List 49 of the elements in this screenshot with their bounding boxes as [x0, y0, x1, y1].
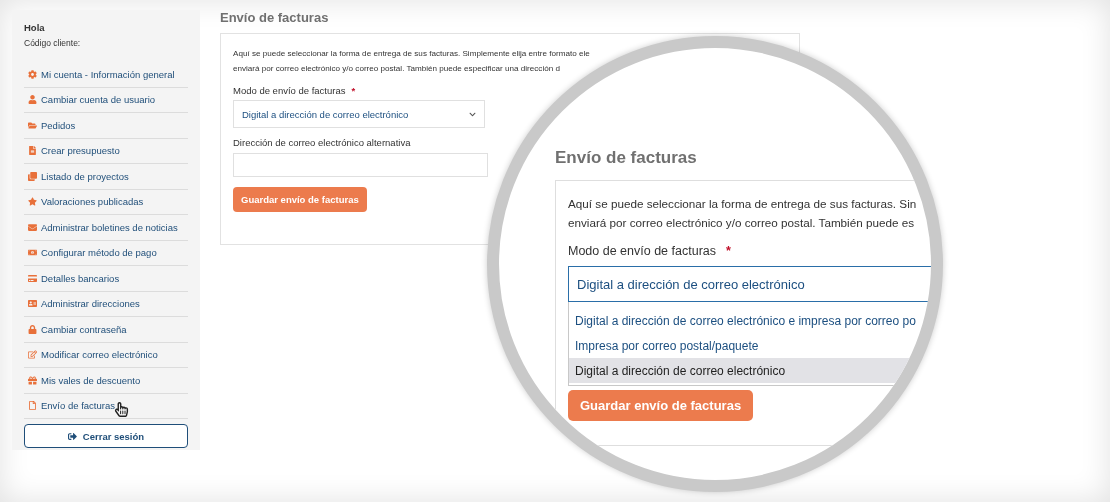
- intro-text: Aquí se puede seleccionar la forma de entrega de sus facturas. Simplemente elija entre formato ele: [233, 48, 591, 60]
- sidebar-item[interactable]: Crear presupuesto: [24, 138, 188, 164]
- folder-icon: [28, 120, 37, 130]
- gift-icon: [28, 375, 37, 385]
- sidebar-item[interactable]: Administrar boletines de noticias: [24, 215, 188, 241]
- sidebar-item[interactable]: Detalles bancarios: [24, 266, 188, 292]
- file-icon: [28, 401, 37, 411]
- field-label: Dirección de correo electrónico alternativa: [233, 137, 411, 148]
- intro-text: enviará por correo electrónico y/o correo postal. También puede especificar una dirección d: [233, 63, 561, 75]
- hand-cursor-icon: [114, 402, 129, 417]
- chevron-icon: [469, 110, 476, 118]
- banknote-icon: [28, 248, 37, 258]
- mode-select[interactable]: Digital a dirección de correo electrónico: [568, 266, 931, 302]
- intro-text: Aquí se puede seleccionar la forma de entrega de sus facturas. Sin: [568, 196, 918, 212]
- envelope-icon: [28, 222, 37, 232]
- page-title: Envío de facturas: [555, 148, 698, 168]
- sidebar-item[interactable]: Mis vales de descuento: [24, 368, 188, 394]
- lock-icon: [28, 324, 37, 334]
- user-icon: [28, 95, 37, 105]
- sidebar-item[interactable]: Configurar método de pago: [24, 240, 188, 266]
- sidebar-item[interactable]: Cambiar contraseña: [24, 317, 188, 343]
- field-label: Modo de envío de facturas: [568, 244, 716, 258]
- required-mark: *: [726, 244, 731, 258]
- dropdown-option[interactable]: Digital a dirección de correo electrónico e impresa por correo po: [569, 308, 930, 333]
- sidebar-item[interactable]: Mi cuenta - Información general: [24, 62, 188, 88]
- sign-out-icon: [67, 431, 77, 441]
- mode-select[interactable]: Digital a dirección de correo electrónico: [233, 100, 485, 128]
- sidebar-item[interactable]: Pedidos: [24, 113, 188, 139]
- star-icon: [28, 197, 37, 207]
- sidebar-item[interactable]: Administrar direcciones: [24, 291, 188, 317]
- sidebar-item[interactable]: Modificar correo electrónico: [24, 342, 188, 368]
- edit-icon: [28, 350, 37, 360]
- customer-code-label: Código cliente:: [24, 38, 82, 48]
- sidebar-item[interactable]: Cambiar cuenta de usuario: [24, 87, 188, 113]
- field-label: Modo de envío de facturas: [233, 85, 346, 96]
- document-icon: [28, 146, 37, 156]
- copy-icon: [28, 171, 37, 181]
- logout-button[interactable]: Cerrar sesión: [24, 424, 188, 448]
- address-card-icon: [28, 299, 37, 309]
- greeting: Hola: [24, 22, 46, 33]
- sidebar-item[interactable]: Valoraciones publicadas: [24, 189, 188, 215]
- credit-card-icon: [28, 273, 37, 283]
- gear-icon: [28, 69, 37, 79]
- intro-text: enviará por correo electrónico y/o correo postal. También puede es: [568, 215, 916, 231]
- dropdown-option[interactable]: Impresa por correo postal/paquete: [569, 333, 930, 358]
- required-mark: *: [351, 85, 356, 96]
- email-input-field[interactable]: [233, 153, 488, 177]
- page-title: Envío de facturas: [220, 10, 330, 25]
- sidebar-item[interactable]: Listado de proyectos: [24, 164, 188, 190]
